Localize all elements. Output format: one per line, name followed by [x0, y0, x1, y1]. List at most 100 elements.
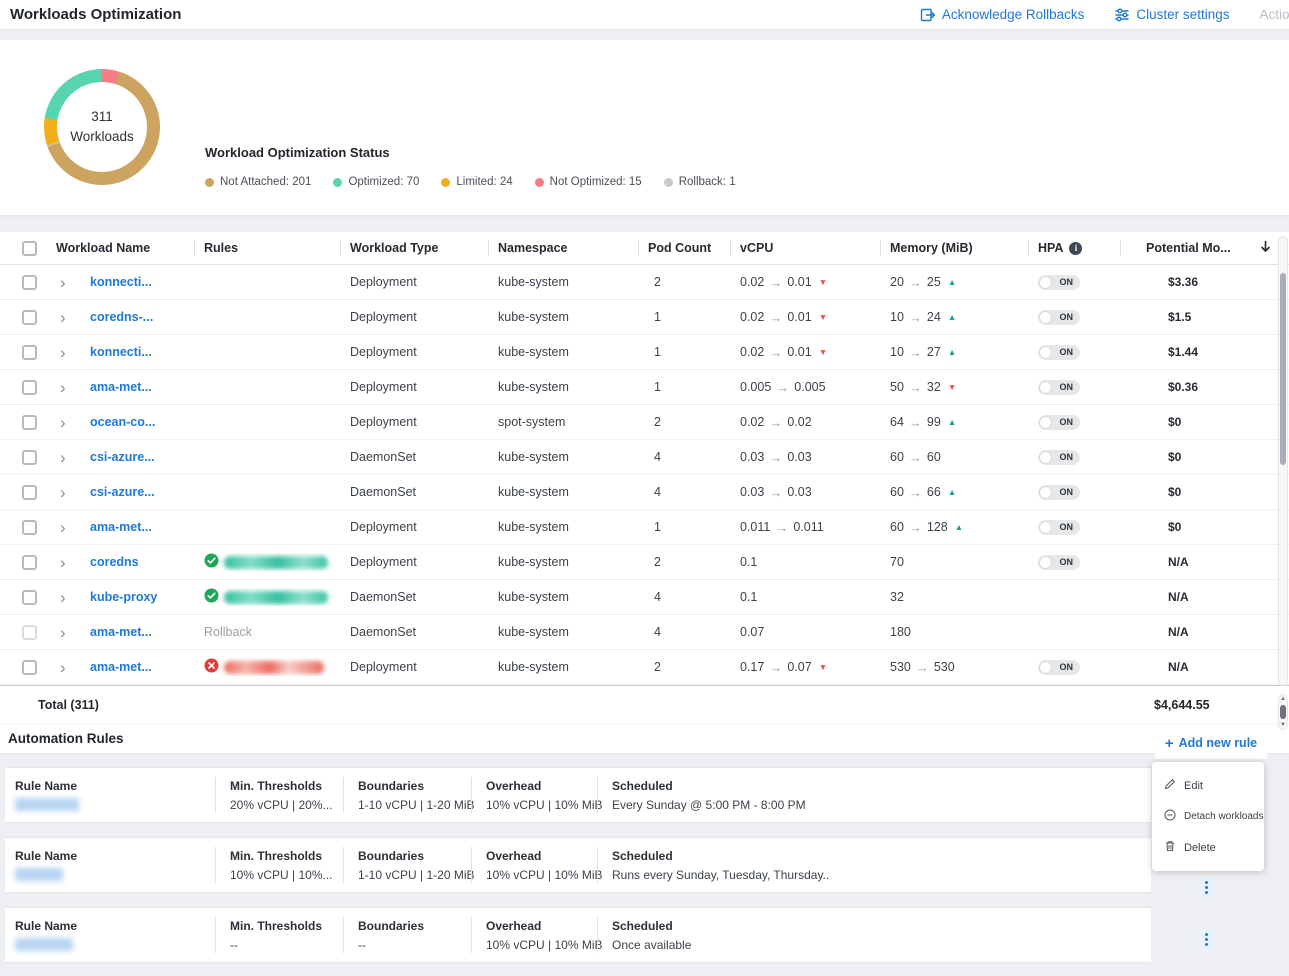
expand-chevron-icon[interactable]: › [60, 519, 66, 536]
donut-center-value: 311 [91, 107, 113, 127]
expand-chevron-icon[interactable]: › [60, 344, 66, 361]
pencil-icon [1164, 778, 1176, 793]
row-checkbox-cell [0, 555, 46, 570]
automation-rule-card: Rule NameMin. Thresholds--Boundaries--Ov… [5, 907, 1151, 963]
table-header: Workload NameRulesWorkload TypeNamespace… [0, 232, 1289, 265]
scroll-down-icon[interactable]: ▼ [1280, 722, 1286, 728]
workload-name-cell: csi-azure... [80, 485, 194, 499]
workload-name-link[interactable]: ocean-co... [90, 415, 155, 429]
col-header-hpa[interactable]: HPAi [1028, 232, 1120, 264]
col-header-memory-mib[interactable]: Memory (MiB) [880, 232, 1028, 264]
table-scrollbar-thumb[interactable] [1280, 273, 1286, 465]
workload-name-link[interactable]: coredns [90, 555, 139, 569]
pod-count-cell: 2 [638, 660, 730, 674]
workload-name-link[interactable]: ama-met... [90, 520, 152, 534]
menu-item-detach-workloads[interactable]: Detach workloads [1152, 801, 1264, 832]
rule-kebab-menu-icon[interactable] [1198, 929, 1215, 950]
memory-value: 180 [890, 625, 911, 639]
row-checkbox[interactable] [22, 520, 37, 535]
workload-name-link[interactable]: konnecti... [90, 275, 152, 289]
rule-field-value: 10% vCPU | 10%... [230, 868, 343, 882]
expand-chevron-icon[interactable]: › [60, 274, 66, 291]
actions-button[interactable]: Action [1259, 7, 1289, 22]
legend-title: Workload Optimization Status [205, 145, 736, 160]
row-checkbox[interactable] [22, 590, 37, 605]
row-checkbox[interactable] [22, 555, 37, 570]
rule-field-label: Scheduled [612, 919, 1151, 933]
expand-chevron-icon[interactable]: › [60, 484, 66, 501]
row-checkbox[interactable] [22, 450, 37, 465]
expand-chevron-icon[interactable]: › [60, 589, 66, 606]
pod-count-cell: 4 [638, 450, 730, 464]
expand-chevron-icon[interactable]: › [60, 309, 66, 326]
scroll-up-icon[interactable]: ▲ [1280, 696, 1286, 702]
trend-down-icon: ▼ [819, 312, 827, 322]
rule-progress-bar [224, 591, 328, 604]
row-checkbox[interactable] [22, 275, 37, 290]
col-header-potential-mo[interactable]: Potential Mo... [1120, 232, 1289, 264]
memory-current: 10 [890, 345, 904, 359]
legend-label: Rollback: 1 [679, 176, 736, 188]
col-header-vcpu[interactable]: vCPU [730, 232, 880, 264]
row-checkbox[interactable] [22, 415, 37, 430]
memory-cell: 10→24▲ [880, 310, 1028, 325]
workload-name-link[interactable]: ama-met... [90, 380, 152, 394]
rule-kebab-menu-icon[interactable] [1198, 877, 1215, 898]
workload-name-link[interactable]: ama-met... [90, 660, 152, 674]
vcpu-recommended: 0.01 [787, 275, 811, 289]
col-header-namespace[interactable]: Namespace [488, 232, 638, 264]
row-checkbox[interactable] [22, 310, 37, 325]
expand-chevron-icon[interactable]: › [60, 659, 66, 676]
col-header-rules[interactable]: Rules [194, 232, 340, 264]
arrow-right-icon: → [909, 415, 922, 430]
namespace-value: kube-system [498, 520, 569, 534]
menu-item-delete[interactable]: Delete [1152, 832, 1264, 863]
expand-chevron-icon[interactable]: › [60, 449, 66, 466]
workload-name-link[interactable]: kube-proxy [90, 590, 157, 604]
expand-chevron-icon[interactable]: › [60, 624, 66, 641]
namespace-value: kube-system [498, 345, 569, 359]
footer-scrollbar-thumb[interactable] [1280, 705, 1286, 719]
rule-name-label: Rule Name [15, 849, 215, 863]
rule-status-text: Rollback [204, 625, 252, 639]
memory-value: 32 [890, 590, 904, 604]
potential-savings-cell: $0.36 [1120, 380, 1289, 394]
row-checkbox[interactable] [22, 485, 37, 500]
workload-name-cell: konnecti... [80, 345, 194, 359]
expand-chevron-icon[interactable]: › [60, 379, 66, 396]
rule-name-block: Rule Name [5, 919, 215, 951]
workload-name-link[interactable]: coredns-... [90, 310, 153, 324]
table-row: ›csi-azure...DaemonSetkube-system40.03→0… [0, 475, 1289, 510]
add-new-rule-button[interactable]: + Add new rule [1165, 735, 1257, 752]
hpa-cell: ON [1028, 310, 1120, 325]
workload-name-link[interactable]: csi-azure... [90, 450, 155, 464]
expand-chevron-icon[interactable]: › [60, 554, 66, 571]
expand-chevron-icon[interactable]: › [60, 414, 66, 431]
row-checkbox[interactable] [22, 380, 37, 395]
col-header-workload-name[interactable]: Workload Name [46, 232, 194, 264]
footer-scrollbar[interactable]: ▲▼ [1278, 694, 1288, 730]
row-checkbox[interactable] [22, 625, 37, 640]
col-header-workload-type[interactable]: Workload Type [340, 232, 488, 264]
hpa-cell: ON [1028, 555, 1120, 570]
row-checkbox[interactable] [22, 345, 37, 360]
workloads-table: Workload NameRulesWorkload TypeNamespace… [0, 232, 1289, 723]
legend-item-not-attached: Not Attached: 201 [205, 176, 311, 188]
acknowledge-rollbacks-button[interactable]: Acknowledge Rollbacks [920, 7, 1085, 23]
row-checkbox[interactable] [22, 660, 37, 675]
rule-field-value: Runs every Sunday, Tuesday, Thursday.. [612, 868, 1151, 882]
rule-field-label: Min. Thresholds [230, 849, 343, 863]
sort-descending-icon[interactable] [1260, 240, 1271, 256]
workload-name-link[interactable]: konnecti... [90, 345, 152, 359]
cluster-settings-button[interactable]: Cluster settings [1114, 7, 1229, 23]
select-all-checkbox[interactable] [22, 241, 37, 256]
col-header-pod-count[interactable]: Pod Count [638, 232, 730, 264]
workload-name-link[interactable]: ama-met... [90, 625, 152, 639]
table-scrollbar[interactable] [1278, 236, 1288, 686]
vcpu-cell: 0.1 [730, 555, 880, 569]
pod-count-value: 2 [654, 660, 661, 674]
workload-name-link[interactable]: csi-azure... [90, 485, 155, 499]
rule-field-value: -- [230, 938, 343, 952]
menu-item-edit[interactable]: Edit [1152, 770, 1264, 801]
pod-count-cell: 1 [638, 380, 730, 394]
